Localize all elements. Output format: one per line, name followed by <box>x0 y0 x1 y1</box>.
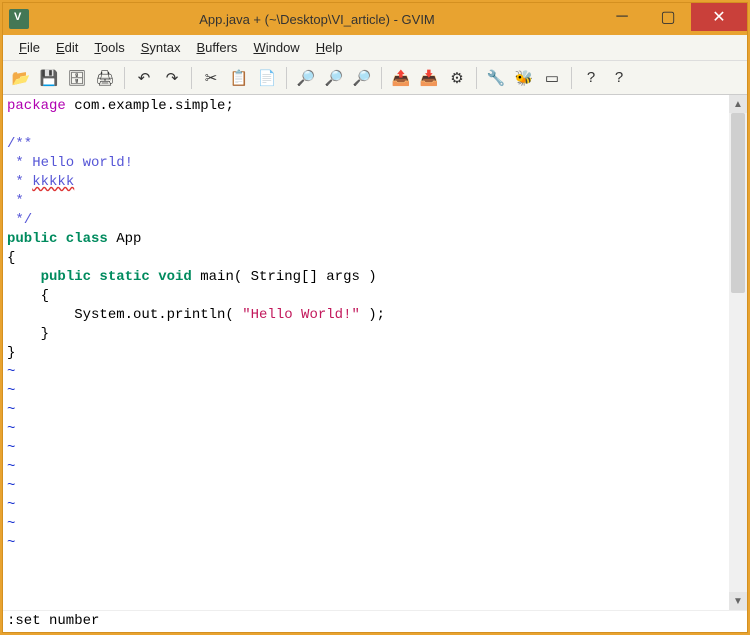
help-icon[interactable]: ? <box>579 66 603 90</box>
empty-line-tilde: ~ <box>7 402 15 418</box>
menu-help[interactable]: Help <box>308 37 351 58</box>
make-icon[interactable]: 🔧 <box>484 66 508 90</box>
paste-icon[interactable]: 📄 <box>255 66 279 90</box>
titlebar[interactable]: App.java + (~\Desktop\VI_article) - GVIM… <box>3 3 747 35</box>
empty-line-tilde: ~ <box>7 421 15 437</box>
scroll-track[interactable] <box>729 113 747 592</box>
code-text: com.example.simple; <box>66 98 234 114</box>
comment-line: * kkkkk <box>7 174 74 190</box>
empty-line-tilde: ~ <box>7 364 15 380</box>
copy-icon[interactable]: 📋 <box>227 66 251 90</box>
empty-line-tilde: ~ <box>7 459 15 475</box>
editor-area: package com.example.simple; /** * Hello … <box>3 95 747 610</box>
menu-file[interactable]: File <box>11 37 48 58</box>
undo-icon[interactable]: ↶ <box>132 66 156 90</box>
menu-syntax[interactable]: Syntax <box>133 37 189 58</box>
keyword-package: package <box>7 98 66 114</box>
cut-icon[interactable]: ✂ <box>199 66 223 90</box>
minimize-button[interactable]: ─ <box>599 3 645 31</box>
redo-icon[interactable]: ↷ <box>160 66 184 90</box>
empty-line-tilde: ~ <box>7 535 15 551</box>
comment-line: * Hello world! <box>7 155 133 171</box>
toolbar-separator <box>124 67 125 89</box>
close-button[interactable]: ✕ <box>691 3 747 31</box>
gvim-window: App.java + (~\Desktop\VI_article) - GVIM… <box>2 2 748 633</box>
stmt-end: ); <box>360 307 385 323</box>
vertical-scrollbar[interactable]: ▲ ▼ <box>729 95 747 610</box>
menu-edit[interactable]: Edit <box>48 37 86 58</box>
menubar: File Edit Tools Syntax Buffers Window He… <box>3 35 747 61</box>
toolbar: 📂 💾 🗄 🖨 ↶ ↷ ✂ 📋 📄 🔎 🔎 🔎 📤 📥 ⚙ 🔧 🐝 ▭ ? ? <box>3 61 747 95</box>
empty-line-tilde: ~ <box>7 516 15 532</box>
menu-window[interactable]: Window <box>245 37 307 58</box>
app-icon <box>9 9 29 29</box>
brace: { <box>7 250 15 266</box>
window-title: App.java + (~\Desktop\VI_article) - GVIM <box>35 12 599 27</box>
keyword-public-static-void: public static void <box>41 269 192 285</box>
maximize-button[interactable]: ▢ <box>645 3 691 31</box>
find-icon[interactable]: 🔎 <box>294 66 318 90</box>
window-controls: ─ ▢ ✕ <box>599 3 747 35</box>
toolbar-separator <box>571 67 572 89</box>
class-name: App <box>108 231 142 247</box>
menu-tools[interactable]: Tools <box>86 37 132 58</box>
comment-open: /** <box>7 136 32 152</box>
savesession-icon[interactable]: 📥 <box>417 66 441 90</box>
toolbar-separator <box>476 67 477 89</box>
open-icon[interactable]: 📂 <box>9 66 33 90</box>
runscript-icon[interactable]: ⚙ <box>445 66 469 90</box>
method-sig: main( String[] args ) <box>192 269 377 285</box>
print-icon[interactable]: 🖨 <box>93 66 117 90</box>
scroll-thumb[interactable] <box>731 113 745 293</box>
brace: } <box>7 326 49 342</box>
findhelp-icon[interactable]: ? <box>607 66 631 90</box>
comment-close: */ <box>7 212 32 228</box>
scroll-down-icon[interactable]: ▼ <box>729 592 747 610</box>
findnext-icon[interactable]: 🔎 <box>322 66 346 90</box>
brace: } <box>7 345 15 361</box>
empty-line-tilde: ~ <box>7 440 15 456</box>
keyword-public-class: public class <box>7 231 108 247</box>
toolbar-separator <box>191 67 192 89</box>
shell-icon[interactable]: 🐝 <box>512 66 536 90</box>
tags-icon[interactable]: ▭ <box>540 66 564 90</box>
code-editor[interactable]: package com.example.simple; /** * Hello … <box>3 95 729 610</box>
spell-error: kkkkk <box>32 174 74 190</box>
saveall-icon[interactable]: 🗄 <box>65 66 89 90</box>
toolbar-separator <box>286 67 287 89</box>
stmt-print: System.out.println( <box>7 307 242 323</box>
scroll-up-icon[interactable]: ▲ <box>729 95 747 113</box>
empty-line-tilde: ~ <box>7 478 15 494</box>
findprev-icon[interactable]: 🔎 <box>350 66 374 90</box>
string-literal: "Hello World!" <box>242 307 360 323</box>
toolbar-separator <box>381 67 382 89</box>
comment-line: * <box>7 193 24 209</box>
empty-line-tilde: ~ <box>7 383 15 399</box>
save-icon[interactable]: 💾 <box>37 66 61 90</box>
empty-line-tilde: ~ <box>7 497 15 513</box>
loadsession-icon[interactable]: 📤 <box>389 66 413 90</box>
command-line[interactable]: :set number <box>3 610 747 632</box>
brace: { <box>7 288 49 304</box>
menu-buffers[interactable]: Buffers <box>188 37 245 58</box>
